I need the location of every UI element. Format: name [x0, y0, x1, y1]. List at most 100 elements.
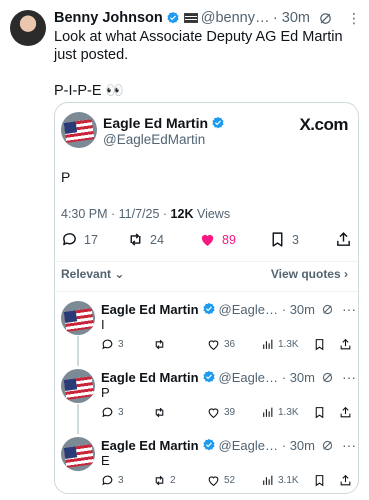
bookmark-button[interactable]: 3: [269, 231, 299, 248]
us-flag-image: [63, 308, 95, 332]
reply-time[interactable]: · 30m: [282, 302, 315, 317]
quoted-author-name-row: Eagle Ed Martin: [103, 115, 225, 131]
quoted-author-avatar[interactable]: [61, 112, 97, 148]
reply-button[interactable]: 3: [101, 474, 124, 487]
reply-text: I: [101, 317, 105, 332]
reply-author-name[interactable]: Eagle Ed Martin: [101, 438, 199, 453]
reply-icon: [102, 339, 113, 350]
bookmark-icon: [315, 407, 324, 419]
reply-author-handle[interactable]: @EagleEd...: [219, 370, 282, 385]
reply-button[interactable]: 3: [101, 338, 124, 351]
like-count: 52: [224, 475, 236, 486]
us-flag-image: [63, 119, 95, 143]
reply-author-avatar[interactable]: [61, 369, 95, 403]
verified-badge-icon: [211, 116, 225, 130]
divider: [55, 291, 358, 292]
quoted-author-name[interactable]: Eagle Ed Martin: [103, 115, 208, 131]
grok-icon[interactable]: [321, 439, 334, 452]
tweet-text: Look at what Associate Deputy AG Ed Mart…: [54, 28, 364, 100]
grok-icon[interactable]: [318, 11, 333, 26]
quoted-tweet-card[interactable]: Eagle Ed Martin @EagleEdMartin X.com P 4…: [54, 102, 359, 494]
repost-button[interactable]: [153, 338, 170, 351]
like-button[interactable]: 36: [207, 338, 235, 351]
bookmark-button[interactable]: [313, 474, 330, 487]
share-icon: [340, 338, 351, 350]
view-quotes-link[interactable]: View quotes ›: [271, 267, 348, 281]
sort-dropdown[interactable]: Relevant ⌄: [61, 267, 124, 281]
us-flag-image: [63, 376, 95, 400]
heart-icon: [208, 408, 219, 419]
more-options-icon[interactable]: ···: [342, 437, 356, 453]
reply-author-name[interactable]: Eagle Ed Martin: [101, 302, 199, 317]
reply-text: E: [101, 453, 110, 468]
more-options-icon[interactable]: ···: [342, 369, 356, 385]
reply-tweet[interactable]: Eagle Ed Martin @EagleEd... · 30m ··· E …: [55, 435, 358, 493]
reply-button[interactable]: 3: [101, 406, 124, 419]
bookmark-button[interactable]: [313, 406, 330, 419]
share-button[interactable]: [339, 406, 356, 419]
repost-button[interactable]: 2: [153, 474, 176, 487]
bookmark-button[interactable]: [313, 338, 330, 351]
reply-header: Eagle Ed Martin @EagleEd... · 30m ···: [101, 301, 356, 317]
reply-time[interactable]: · 30m: [282, 370, 315, 385]
share-icon: [340, 474, 351, 486]
sort-label: Relevant: [61, 267, 112, 281]
reply-author-name[interactable]: Eagle Ed Martin: [101, 370, 199, 385]
view-quotes-label: View quotes: [270, 267, 341, 281]
chevron-down-icon: ⌄: [114, 267, 125, 281]
like-button[interactable]: 52: [207, 474, 235, 487]
heart-icon: [208, 476, 219, 487]
views-count: 1.3K: [278, 339, 299, 350]
reply-author-avatar[interactable]: [61, 301, 95, 335]
author-name[interactable]: Benny Johnson: [54, 10, 163, 26]
quoted-timestamp[interactable]: 4:30 PM · 11/7/25 ·: [61, 207, 171, 221]
reply-action-bar: 3 36 1.3K: [101, 338, 355, 354]
reply-author-handle[interactable]: @EagleEd...: [219, 302, 282, 317]
views-count: 3.1K: [278, 475, 299, 486]
reply-tweet[interactable]: Eagle Ed Martin @EagleEd... · 30m ··· P …: [55, 367, 358, 431]
views-button[interactable]: 3.1K: [261, 474, 299, 487]
views-button[interactable]: 1.3K: [261, 406, 299, 419]
reply-time[interactable]: · 30m: [282, 438, 315, 453]
share-button[interactable]: [335, 231, 358, 248]
repost-button[interactable]: 24: [127, 231, 164, 248]
quoted-tweet-text: P: [61, 169, 71, 185]
bookmark-icon: [315, 475, 324, 487]
views-count: 1.3K: [278, 407, 299, 418]
grok-icon[interactable]: [321, 303, 334, 316]
quoted-author-handle[interactable]: @EagleEdMartin: [103, 132, 205, 147]
reply-header: Eagle Ed Martin @EagleEd... · 30m ···: [101, 437, 356, 453]
repost-button[interactable]: [153, 406, 170, 419]
reply-button[interactable]: 17: [61, 231, 98, 248]
verified-badge-icon: [202, 438, 216, 452]
reply-icon: [102, 475, 113, 486]
grok-icon[interactable]: [321, 371, 334, 384]
like-button[interactable]: 39: [207, 406, 235, 419]
reply-author-handle[interactable]: @EagleEd...: [219, 438, 282, 453]
verified-badge-icon: [202, 302, 216, 316]
author-handle[interactable]: @bennyjoh...: [201, 10, 270, 26]
like-button[interactable]: 89: [199, 231, 236, 248]
tweet-time[interactable]: · 30m: [273, 10, 310, 26]
bookmark-icon: [272, 232, 283, 247]
repost-icon: [155, 339, 164, 350]
quoted-tweet-meta: 4:30 PM · 11/7/25 · 12K Views: [61, 207, 230, 221]
tweet-header: Benny Johnson @bennyjoh... · 30m ⋮: [54, 8, 361, 28]
more-options-icon[interactable]: ⋮: [347, 10, 361, 27]
analytics-icon: [263, 339, 273, 349]
share-button[interactable]: [339, 338, 356, 351]
analytics-icon: [263, 475, 273, 485]
like-count: 89: [222, 232, 236, 247]
reply-header: Eagle Ed Martin @EagleEd... · 30m ···: [101, 369, 356, 385]
source-logo: X.com: [299, 115, 348, 134]
share-button[interactable]: [339, 474, 356, 487]
reply-tweet[interactable]: Eagle Ed Martin @EagleEd... · 30m ··· I …: [55, 299, 358, 363]
verified-badge-icon: [202, 370, 216, 384]
author-avatar[interactable]: [10, 10, 46, 46]
share-icon: [340, 406, 351, 418]
reply-author-avatar[interactable]: [61, 437, 95, 471]
repost-count: 2: [170, 475, 176, 486]
views-button[interactable]: 1.3K: [261, 338, 299, 351]
views-count: 12K: [170, 207, 194, 221]
more-options-icon[interactable]: ···: [342, 301, 356, 317]
